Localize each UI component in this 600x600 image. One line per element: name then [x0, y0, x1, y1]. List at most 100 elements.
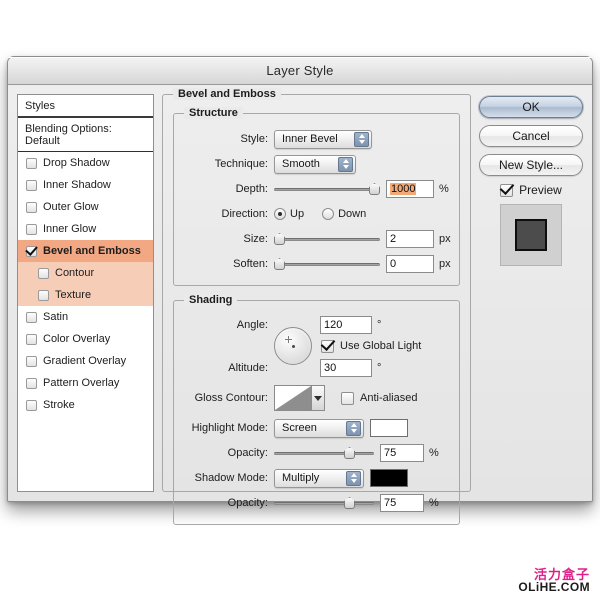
checkbox-inner-shadow[interactable]	[26, 179, 37, 191]
soften-input[interactable]: 0	[386, 255, 434, 273]
highlight-mode-value: Screen	[282, 422, 317, 434]
highlight-opacity-input[interactable]: 75	[380, 444, 424, 462]
technique-select-value: Smooth	[282, 158, 320, 170]
angle-input[interactable]: 120	[320, 316, 372, 334]
gloss-contour-row: Gloss Contour: Anti-aliased	[182, 383, 451, 413]
style-select[interactable]: Inner Bevel	[274, 129, 372, 149]
depth-slider-track[interactable]	[274, 188, 380, 191]
checkbox-preview[interactable]	[500, 183, 514, 197]
fx-label: Color Overlay	[43, 333, 111, 345]
shadow-opacity-value: 75	[384, 497, 397, 509]
fx-row-color-overlay[interactable]: Color Overlay	[18, 328, 153, 350]
size-slider-thumb[interactable]	[274, 233, 285, 245]
checkbox-stroke[interactable]	[26, 399, 37, 411]
fx-row-outer-glow[interactable]: Outer Glow	[18, 196, 153, 218]
chevron-updown-icon[interactable]	[338, 156, 353, 172]
styles-list[interactable]: Styles Blending Options: Default Drop Sh…	[17, 94, 154, 492]
gloss-contour-label: Gloss Contour:	[194, 392, 268, 404]
checkbox-bevel-and-emboss[interactable]	[26, 245, 37, 257]
fx-label: Pattern Overlay	[43, 377, 120, 389]
highlight-mode-row: Highlight Mode: Screen	[182, 417, 451, 439]
highlight-opacity-slider[interactable]	[274, 445, 374, 461]
fx-row-pattern-overlay[interactable]: Pattern Overlay	[18, 372, 153, 394]
angle-unit: °	[377, 319, 382, 331]
styles-column: Styles Blending Options: Default Drop Sh…	[17, 94, 154, 492]
checkbox-outer-glow[interactable]	[26, 201, 37, 213]
highlight-opacity-thumb[interactable]	[344, 447, 355, 459]
size-slider[interactable]	[274, 231, 380, 247]
shadow-opacity-track[interactable]	[274, 502, 374, 505]
chevron-updown-icon[interactable]	[346, 420, 361, 436]
blending-options-row[interactable]: Blending Options: Default	[18, 118, 153, 152]
fx-row-contour[interactable]: Contour	[18, 262, 153, 284]
soften-slider[interactable]	[274, 256, 380, 272]
checkbox-contour[interactable]	[38, 267, 49, 279]
chevron-down-icon[interactable]	[312, 385, 325, 411]
preview-toggle-row[interactable]: Preview	[479, 183, 583, 197]
checkbox-drop-shadow[interactable]	[26, 157, 37, 169]
ok-button[interactable]: OK	[479, 96, 583, 118]
radio-direction-up[interactable]	[274, 208, 286, 220]
fx-label: Inner Shadow	[43, 179, 111, 191]
soften-slider-track[interactable]	[274, 263, 380, 266]
highlight-opacity-track[interactable]	[274, 452, 374, 455]
shadow-opacity-thumb[interactable]	[344, 497, 355, 509]
dialog-body: Styles Blending Options: Default Drop Sh…	[8, 86, 592, 525]
checkbox-use-global-light[interactable]	[321, 339, 334, 353]
fx-label: Bevel and Emboss	[43, 245, 141, 257]
fx-row-stroke[interactable]: Stroke	[18, 394, 153, 416]
fx-label: Texture	[55, 289, 92, 301]
fx-label: Outer Glow	[43, 201, 99, 213]
shadow-opacity-input[interactable]: 75	[380, 494, 424, 512]
checkbox-gradient-overlay[interactable]	[26, 355, 37, 367]
checkbox-pattern-overlay[interactable]	[26, 377, 37, 389]
radio-direction-down[interactable]	[322, 208, 335, 220]
fx-row-texture[interactable]: Texture	[18, 284, 153, 306]
altitude-unit: °	[377, 362, 382, 374]
fx-row-gradient-overlay[interactable]: Gradient Overlay	[18, 350, 153, 372]
angle-dial[interactable]	[274, 327, 312, 365]
technique-row: Technique: Smooth	[182, 153, 451, 175]
fx-label: Drop Shadow	[43, 157, 110, 169]
size-input[interactable]: 2	[386, 230, 434, 248]
chevron-updown-icon[interactable]	[346, 470, 361, 486]
angle-dial-center	[292, 345, 295, 348]
depth-slider-thumb[interactable]	[369, 183, 380, 195]
size-slider-track[interactable]	[274, 238, 380, 241]
shadow-mode-select[interactable]: Multiply	[274, 468, 364, 488]
chevron-updown-icon[interactable]	[354, 131, 369, 147]
highlight-color-swatch[interactable]	[370, 419, 408, 437]
checkbox-texture[interactable]	[38, 289, 49, 301]
gloss-contour-swatch[interactable]	[274, 385, 312, 411]
angle-value: 120	[324, 319, 343, 331]
checkbox-inner-glow[interactable]	[26, 223, 37, 235]
highlight-mode-select[interactable]: Screen	[274, 418, 364, 438]
use-global-light-label: Use Global Light	[340, 340, 422, 352]
cancel-button[interactable]: Cancel	[479, 125, 583, 147]
shadow-color-swatch[interactable]	[370, 469, 408, 487]
shadow-mode-label: Shadow Mode:	[194, 472, 268, 484]
styles-list-header[interactable]: Styles	[18, 95, 153, 118]
fx-row-inner-shadow[interactable]: Inner Shadow	[18, 174, 153, 196]
dialog-titlebar[interactable]: Layer Style	[8, 57, 592, 85]
fx-row-inner-glow[interactable]: Inner Glow	[18, 218, 153, 240]
checkbox-anti-aliased[interactable]	[341, 391, 354, 405]
fx-row-bevel-and-emboss[interactable]: Bevel and Emboss	[18, 240, 153, 262]
new-style-button[interactable]: New Style...	[479, 154, 583, 176]
highlight-opacity-label: Opacity:	[227, 447, 268, 459]
depth-slider[interactable]	[274, 181, 380, 197]
shading-legend: Shading	[184, 294, 238, 306]
fx-row-satin[interactable]: Satin	[18, 306, 153, 328]
angle-dial-handle[interactable]	[285, 336, 292, 343]
shadow-opacity-slider[interactable]	[274, 495, 374, 511]
altitude-input[interactable]: 30	[320, 359, 372, 377]
highlight-opacity-value: 75	[384, 447, 397, 459]
fx-row-drop-shadow[interactable]: Drop Shadow	[18, 152, 153, 174]
depth-input[interactable]: 1000	[386, 180, 434, 198]
checkbox-color-overlay[interactable]	[26, 333, 37, 345]
angle-label: Angle:	[236, 319, 268, 331]
global-light-row: Use Global Light	[182, 327, 451, 365]
checkbox-satin[interactable]	[26, 311, 37, 323]
soften-slider-thumb[interactable]	[274, 258, 285, 270]
technique-select[interactable]: Smooth	[274, 154, 356, 174]
